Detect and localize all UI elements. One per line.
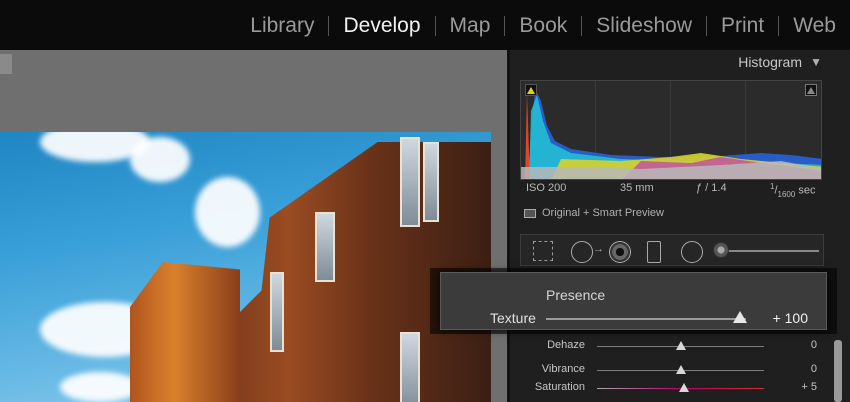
module-print[interactable]: Print — [707, 12, 778, 40]
window — [315, 212, 335, 282]
radial-filter-icon[interactable] — [681, 241, 703, 263]
window — [270, 272, 284, 352]
slider-knob[interactable] — [675, 365, 686, 374]
shutter-numerator: 1 — [770, 182, 775, 191]
module-web[interactable]: Web — [779, 12, 850, 40]
adjustment-brush-icon[interactable] — [713, 242, 729, 258]
texture-slider-knob[interactable] — [733, 311, 747, 323]
crop-overlay-icon[interactable] — [533, 241, 553, 261]
slider-vibrance[interactable]: Vibrance 0 — [520, 362, 825, 378]
slider-label: Dehaze — [547, 339, 585, 351]
slider-saturation[interactable]: Saturation + 5 — [520, 380, 825, 396]
red-eye-icon[interactable] — [609, 241, 631, 263]
highlight-clipping-icon[interactable] — [805, 84, 817, 96]
module-slideshow[interactable]: Slideshow — [582, 12, 706, 40]
module-list: Library Develop Map Book Slideshow Print Web — [236, 12, 850, 40]
cloud — [60, 372, 140, 402]
slider-knob[interactable] — [678, 383, 689, 392]
slider-dehaze[interactable]: Dehaze 0 — [520, 338, 825, 354]
preview-label: Original + Smart Preview — [542, 207, 664, 219]
develop-right-panel: Histogram ▼ ISO 200 35 mm ƒ / 1.4 1/1600… — [507, 50, 850, 402]
window — [400, 137, 420, 227]
texture-slider-track[interactable] — [546, 318, 746, 320]
exif-shutter: 1/1600 sec — [770, 182, 816, 199]
photo-preview[interactable] — [0, 132, 491, 402]
histogram-header[interactable]: Histogram ▼ — [510, 50, 850, 76]
cloud — [195, 177, 260, 247]
slider-value[interactable]: + 5 — [801, 381, 817, 393]
texture-label: Texture — [490, 310, 536, 326]
triangle-down-icon[interactable]: ▼ — [810, 55, 822, 69]
histogram-title: Histogram — [738, 54, 802, 70]
module-map[interactable]: Map — [436, 12, 505, 40]
cloud — [130, 137, 190, 182]
exif-aperture: ƒ / 1.4 — [696, 182, 727, 194]
adjustment-brush-track — [719, 250, 819, 252]
brick-building-lit — [130, 262, 240, 402]
exif-iso: ISO 200 — [526, 182, 567, 194]
window — [423, 142, 439, 222]
texture-value[interactable]: + 100 — [773, 310, 808, 326]
window — [400, 332, 420, 402]
shadow-clipping-icon[interactable] — [525, 84, 537, 96]
photo-canvas[interactable] — [0, 50, 507, 402]
histogram-graph — [521, 89, 821, 179]
slider-value[interactable]: 0 — [811, 339, 817, 351]
slider-label: Vibrance — [541, 363, 585, 375]
spot-removal-icon[interactable] — [571, 241, 604, 263]
exif-focal-length: 35 mm — [620, 182, 654, 194]
shutter-unit: sec — [798, 184, 816, 197]
module-library[interactable]: Library — [236, 12, 328, 40]
exif-info: ISO 200 35 mm ƒ / 1.4 1/1600 sec — [524, 180, 822, 199]
panel-scrollbar[interactable] — [834, 340, 842, 402]
smart-preview-status[interactable]: Original + Smart Preview — [524, 205, 664, 221]
shutter-denominator: 1600 — [777, 189, 796, 199]
presence-title: Presence — [546, 287, 606, 303]
slider-value[interactable]: 0 — [811, 363, 817, 375]
preview-status-icon — [524, 208, 536, 218]
graduated-filter-icon[interactable] — [647, 241, 661, 263]
histogram-red — [525, 93, 530, 179]
presence-callout: Presence Texture + 100 — [440, 272, 827, 330]
panel-toggle[interactable] — [0, 54, 12, 74]
slider-knob[interactable] — [675, 341, 686, 350]
slider-label: Saturation — [534, 381, 585, 393]
tool-strip — [520, 234, 824, 266]
histogram[interactable] — [520, 80, 822, 180]
module-develop[interactable]: Develop — [329, 12, 434, 40]
module-picker: Library Develop Map Book Slideshow Print Web — [0, 0, 850, 50]
module-book[interactable]: Book — [505, 12, 581, 40]
